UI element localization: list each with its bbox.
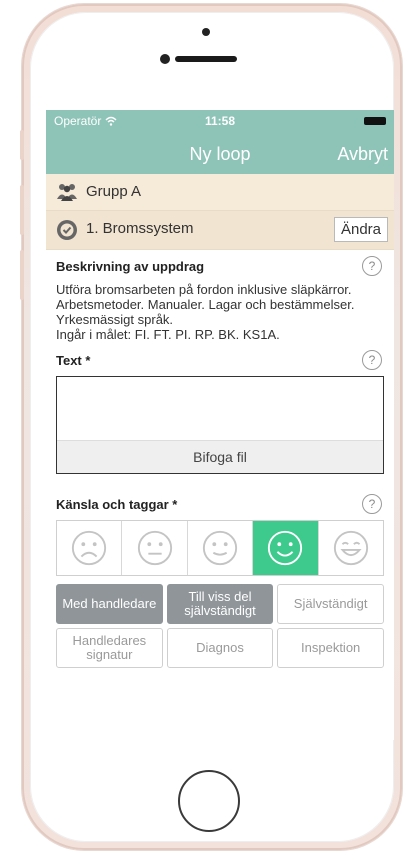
- description-heading: Beskrivning av uppdrag: [56, 259, 205, 274]
- text-input[interactable]: Bifoga fil: [56, 376, 384, 474]
- tag-grid: Med handledare Till viss del självständi…: [56, 584, 384, 668]
- slight-smile-face-icon[interactable]: [188, 521, 254, 575]
- cancel-button[interactable]: Avbryt: [337, 144, 388, 165]
- side-button: [20, 130, 24, 160]
- side-button: [20, 185, 24, 235]
- description-goals: Ingår i målet: FI. FT. PI. RP. BK. KS1A.: [56, 327, 280, 342]
- tag-partly-independent[interactable]: Till viss del självständigt: [166, 584, 274, 624]
- very-sad-face-icon[interactable]: [57, 521, 123, 575]
- nav-bar: Ny loop Avbryt: [46, 132, 394, 174]
- group-icon: [56, 182, 77, 202]
- grin-face-icon[interactable]: [319, 521, 383, 575]
- neutral-face-icon[interactable]: [122, 521, 188, 575]
- status-bar: Operatör 11:58: [46, 110, 394, 132]
- smile-face-icon[interactable]: [253, 521, 319, 575]
- attach-file-button[interactable]: Bifoga fil: [57, 440, 383, 473]
- feelings-heading: Känsla och taggar *: [56, 497, 178, 512]
- speaker-grille: [175, 56, 237, 62]
- description-section: Beskrivning av uppdrag ? Utföra bromsarb…: [46, 250, 394, 668]
- front-camera-icon: [160, 54, 170, 64]
- help-icon[interactable]: ?: [362, 256, 382, 276]
- camera-icon: [202, 28, 210, 36]
- tag-inspection[interactable]: Inspektion: [277, 628, 384, 668]
- home-button[interactable]: [178, 770, 240, 832]
- group-label: Grupp A: [86, 183, 142, 200]
- tag-independent[interactable]: Självständigt: [277, 584, 384, 624]
- tag-diagnosis[interactable]: Diagnos: [166, 628, 274, 668]
- item-row: 1. Bromssystem Ändra: [46, 211, 394, 250]
- feeling-selector: [56, 520, 384, 576]
- tag-with-supervisor[interactable]: Med handledare: [56, 584, 163, 624]
- app-screen: Operatör 11:58 Ny loop Avbryt Grupp A 1.…: [46, 110, 394, 740]
- help-icon[interactable]: ?: [362, 494, 382, 514]
- help-icon[interactable]: ?: [362, 350, 382, 370]
- side-button: [20, 250, 24, 300]
- battery-icon: [364, 117, 386, 125]
- item-label: 1. Bromssystem: [86, 220, 194, 237]
- change-button[interactable]: Ändra: [333, 217, 388, 242]
- status-time: 11:58: [204, 114, 236, 128]
- tag-supervisor-signature[interactable]: Handledares signatur: [56, 628, 163, 668]
- group-row[interactable]: Grupp A: [46, 174, 394, 211]
- text-heading: Text *: [56, 353, 91, 368]
- description-text: Utföra bromsarbeten på fordon inklusive …: [56, 282, 355, 342]
- checkmark-circle-icon: [56, 219, 77, 240]
